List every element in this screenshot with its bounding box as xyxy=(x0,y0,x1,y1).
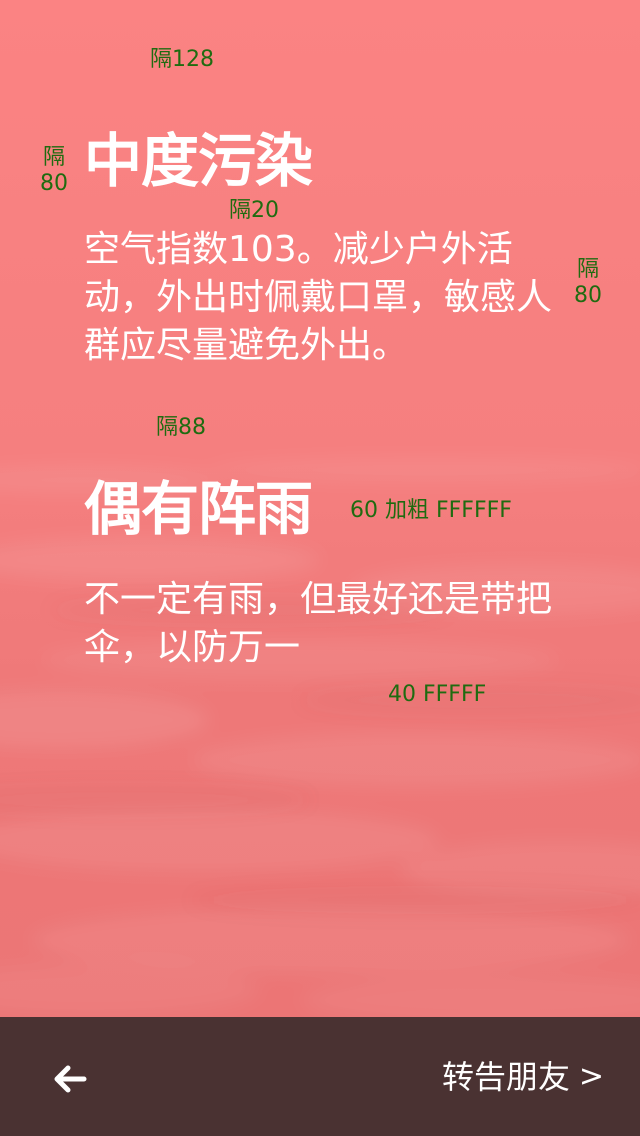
annotation-gap-right: 隔 80 xyxy=(572,257,604,309)
annotation-gap-left-value: 80 xyxy=(40,171,68,196)
annotation-gap-sections: 隔88 xyxy=(156,415,206,440)
annotation-gap-title-para: 隔20 xyxy=(229,198,279,223)
back-button[interactable] xyxy=(48,1059,92,1099)
section-text-rain: 不一定有雨，但最好还是带把伞，以防万一 xyxy=(84,579,553,668)
annotation-gap-top: 隔128 xyxy=(150,47,214,72)
annotation-heading-spec: 60 加粗 FFFFFF xyxy=(350,498,512,523)
annotation-gap-right-label: 隔 xyxy=(576,257,599,282)
weather-advice-screen: 隔128 隔 80 中度污染 隔20 空气指数103。减少户外活动，外出时佩戴口… xyxy=(0,0,640,1136)
annotation-body-spec: 40 FFFFF xyxy=(388,682,487,707)
bottom-bar: 转告朋友 > xyxy=(0,1017,640,1136)
annotation-gap-left-label: 隔 xyxy=(42,145,65,170)
section-title-air-quality: 中度污染 xyxy=(84,127,313,195)
annotation-gap-right-value: 80 xyxy=(574,283,602,308)
chevron-right-icon[interactable]: > xyxy=(579,1055,604,1099)
section-text-air-quality: 空气指数103。减少户外活动，外出时佩戴口罩，敏感人群应尽量避免外出。 xyxy=(84,229,553,366)
section-title-rain: 偶有阵雨 xyxy=(84,475,313,543)
share-with-friends-button[interactable]: 转告朋友 xyxy=(442,1055,570,1099)
annotation-gap-left: 隔 80 xyxy=(38,145,70,197)
arrow-left-icon xyxy=(54,1065,87,1093)
